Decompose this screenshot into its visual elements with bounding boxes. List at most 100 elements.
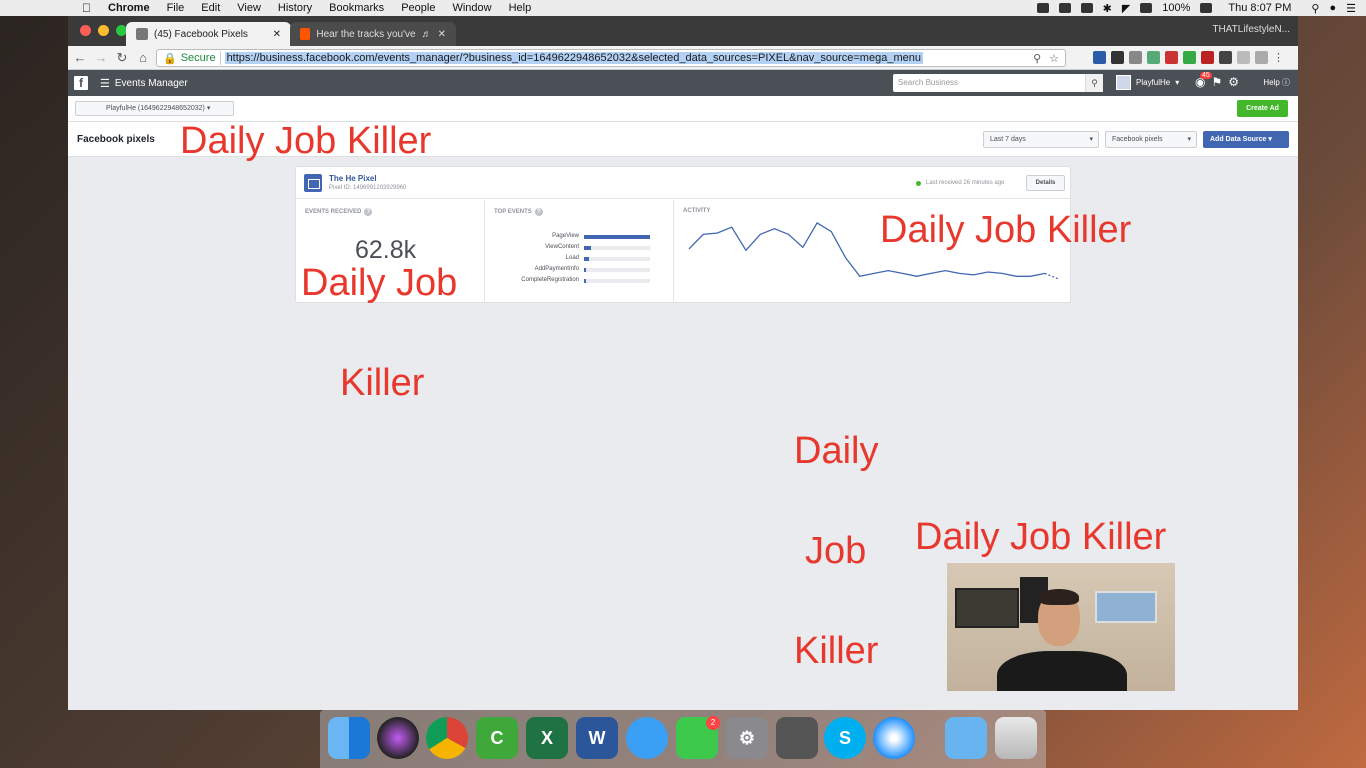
business-search-input[interactable]: Search Business ⚲ bbox=[893, 74, 1103, 92]
extension-list-icon[interactable] bbox=[1255, 51, 1268, 64]
dropbox-icon[interactable] bbox=[1058, 3, 1071, 13]
menu-view[interactable]: View bbox=[237, 2, 261, 14]
menu-bookmarks[interactable]: Bookmarks bbox=[329, 2, 384, 14]
menu-help[interactable]: Help bbox=[509, 2, 532, 14]
minimize-window-button[interactable] bbox=[98, 25, 109, 36]
pixel-id: Pixel ID: 1496991203929960 bbox=[329, 185, 407, 191]
finder-icon[interactable] bbox=[328, 717, 370, 759]
extension-ublock-icon[interactable] bbox=[1201, 51, 1214, 64]
omnibox-actions: ⚲ ☆ bbox=[1033, 52, 1059, 65]
url-text[interactable]: https://business.facebook.com/events_man… bbox=[224, 52, 923, 64]
globe-notifications-icon[interactable]: ◉ 45 bbox=[1195, 72, 1212, 89]
tab-soundcloud[interactable]: Hear the tracks you've liked ♬ ✕ bbox=[290, 22, 456, 46]
add-data-source-label: Add Data Source bbox=[1210, 136, 1267, 143]
create-ad-button[interactable]: Create Ad bbox=[1237, 100, 1288, 117]
zoom-icon[interactable]: ⚲ bbox=[1033, 52, 1041, 65]
excel-icon[interactable]: X bbox=[526, 717, 568, 759]
account-switcher[interactable]: PlayfulHe ▾ bbox=[1116, 75, 1179, 90]
extension-grey-icon[interactable] bbox=[1129, 51, 1142, 64]
home-icon[interactable]: ⌂ bbox=[134, 50, 152, 65]
photo-booth-icon[interactable] bbox=[776, 717, 818, 759]
top-event-row: PageView bbox=[485, 233, 674, 241]
audio-playing-icon[interactable]: ♬ bbox=[422, 29, 432, 40]
address-bar[interactable]: 🔒 Secure https://business.facebook.com/e… bbox=[156, 49, 1066, 67]
overlay-text-4: Killer bbox=[340, 362, 425, 404]
extension-green-icon[interactable] bbox=[1183, 51, 1196, 64]
add-data-source-button[interactable]: Add Data Source ▾ bbox=[1203, 131, 1289, 148]
system-preferences-icon[interactable]: ⚙ bbox=[726, 717, 768, 759]
app-title[interactable]: Events Manager bbox=[115, 78, 188, 89]
camtasia-icon[interactable]: C bbox=[476, 717, 518, 759]
menu-history[interactable]: History bbox=[278, 2, 312, 14]
messages-icon[interactable] bbox=[626, 717, 668, 759]
gear-icon[interactable]: ⚙ bbox=[1228, 75, 1239, 89]
wifi-icon[interactable]: ◤ bbox=[1122, 2, 1130, 15]
date-range-select[interactable]: Last 7 days ▾ bbox=[983, 131, 1099, 148]
extension-doc-icon[interactable] bbox=[1237, 51, 1250, 64]
search-icon[interactable]: ⚲ bbox=[1085, 74, 1103, 92]
facetime-badge: 2 bbox=[706, 716, 720, 730]
chrome-menu-icon[interactable]: ⋮ bbox=[1273, 51, 1286, 64]
clock[interactable]: Thu 8:07 PM bbox=[1228, 2, 1291, 14]
apple-icon[interactable]:  bbox=[82, 1, 96, 15]
forward-icon[interactable]: → bbox=[92, 50, 110, 65]
business-account-select[interactable]: PlayfulHe (1649622948652032) ▾ bbox=[75, 101, 234, 116]
overlay-text-7: Killer bbox=[794, 630, 879, 672]
menu-window[interactable]: Window bbox=[452, 2, 491, 14]
bluetooth-icon[interactable]: ✱ bbox=[1103, 2, 1112, 15]
notification-center-icon[interactable]: ☰ bbox=[1346, 2, 1356, 15]
reload-icon[interactable]: ↻ bbox=[113, 50, 131, 66]
display-icon[interactable] bbox=[1140, 3, 1153, 13]
info-icon[interactable]: ? bbox=[534, 208, 543, 216]
word-icon[interactable]: W bbox=[576, 717, 618, 759]
airplay-icon[interactable] bbox=[1036, 3, 1049, 13]
record-icon[interactable] bbox=[1080, 3, 1093, 13]
wall-picture bbox=[1095, 591, 1157, 623]
folder-icon[interactable] bbox=[945, 717, 987, 759]
gear-glyph: ⚙ bbox=[738, 728, 756, 748]
flag-icon[interactable]: ⚑ bbox=[1211, 75, 1222, 89]
battery-icon[interactable] bbox=[1200, 3, 1213, 13]
pixel-name-link[interactable]: The He Pixel bbox=[329, 174, 377, 183]
menu-edit[interactable]: Edit bbox=[201, 2, 220, 14]
chrome-icon[interactable] bbox=[426, 717, 468, 759]
lock-icon: 🔒 bbox=[163, 52, 177, 65]
details-button[interactable]: Details bbox=[1026, 175, 1065, 191]
menu-people[interactable]: People bbox=[401, 2, 435, 14]
bookmark-star-icon[interactable]: ☆ bbox=[1049, 52, 1059, 65]
profile-name[interactable]: THATLifestyleN... bbox=[1212, 24, 1290, 35]
data-source-filter-select[interactable]: Facebook pixels ▾ bbox=[1105, 131, 1197, 148]
extension-dark-icon[interactable] bbox=[1219, 51, 1232, 64]
top-event-name: PageView bbox=[552, 233, 579, 239]
wall-picture bbox=[955, 588, 1019, 628]
help-link[interactable]: Help ⓘ bbox=[1263, 77, 1290, 88]
extension-js-icon[interactable] bbox=[1111, 51, 1124, 64]
trash-icon[interactable] bbox=[995, 717, 1037, 759]
user-name: PlayfulHe bbox=[1136, 78, 1171, 87]
skype-icon[interactable]: S bbox=[824, 717, 866, 759]
menu-app-name[interactable]: Chrome bbox=[108, 2, 150, 14]
events-received-label: EVENTS RECEIVED bbox=[305, 209, 362, 215]
tab-facebook-pixels[interactable]: (45) Facebook Pixels ✕ bbox=[126, 22, 291, 46]
siri-status-icon[interactable]: ● bbox=[1329, 2, 1336, 14]
extension-grid-icon[interactable] bbox=[1147, 51, 1160, 64]
info-icon[interactable]: ? bbox=[364, 208, 373, 216]
battery-percent[interactable]: 100% bbox=[1162, 2, 1190, 14]
close-tab-icon[interactable]: ✕ bbox=[438, 29, 446, 40]
siri-icon[interactable] bbox=[377, 717, 419, 759]
back-icon[interactable]: ← bbox=[71, 50, 89, 65]
overlay-text-8: Daily Job Killer bbox=[915, 516, 1167, 558]
extension-buffer-icon[interactable] bbox=[1093, 51, 1106, 64]
facebook-logo-icon[interactable]: f bbox=[74, 76, 88, 90]
close-window-button[interactable] bbox=[80, 25, 91, 36]
spotlight-icon[interactable]: ⚲ bbox=[1311, 2, 1319, 15]
hamburger-menu-icon[interactable]: ☰ bbox=[100, 77, 110, 90]
pixel-card-header: The He Pixel Pixel ID: 1496991203929960 … bbox=[296, 167, 1070, 199]
business-sub-bar: PlayfulHe (1649622948652032) ▾ Create Ad bbox=[68, 96, 1298, 122]
browser-window: (45) Facebook Pixels ✕ Hear the tracks y… bbox=[68, 16, 1298, 710]
secure-indicator[interactable]: 🔒 Secure bbox=[163, 52, 216, 65]
safari-icon[interactable] bbox=[873, 717, 915, 759]
extension-red-icon[interactable] bbox=[1165, 51, 1178, 64]
close-tab-icon[interactable]: ✕ bbox=[273, 29, 281, 40]
menu-file[interactable]: File bbox=[167, 2, 185, 14]
